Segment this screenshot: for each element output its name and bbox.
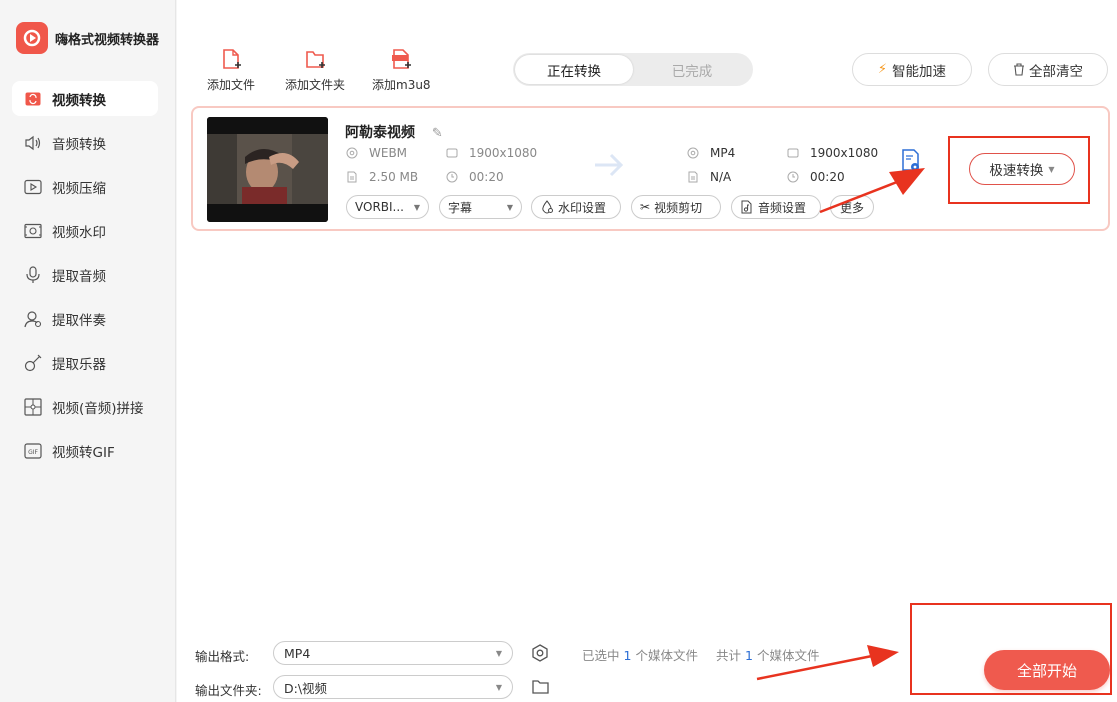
sidebar-item-label: 视频水印 [52,224,106,241]
start-all-button[interactable]: 全部开始 [984,650,1110,690]
sidebar-nav: 视频转换 音频转换 视频压缩 视频水印 提取音频 提取伴奏 提取乐器 视频(音频… [12,81,158,477]
sidebar-item-splice[interactable]: 视频(音频)拼接 [12,389,158,424]
selected-count-text: 已选中 1 个媒体文件 [582,648,698,663]
app-title: 嗨格式视频转换器 [55,32,160,48]
arrowhead-icon [867,645,899,667]
sidebar-item-extract-accompaniment[interactable]: 提取伴奏 [12,301,158,336]
sidebar-item-video-convert[interactable]: 视频转换 [12,81,158,116]
output-folder-label: 输出文件夹: [195,683,262,698]
svg-text:GIF: GIF [28,449,38,456]
output-folder-select[interactable]: D:\视频 ▼ [273,675,513,699]
annotation-arrow [819,180,898,214]
sidebar-item-label: 视频转换 [52,92,106,109]
app-logo-icon [16,22,48,54]
sidebar-item-audio-convert[interactable]: 音频转换 [12,125,158,160]
sidebar-item-video-to-gif[interactable]: GIF 视频转GIF [12,433,158,468]
arrowhead-icon [889,168,925,195]
video-compress-icon [24,178,42,196]
sidebar-item-extract-instrument[interactable]: 提取乐器 [12,345,158,380]
annotation-arrows [756,168,925,681]
sidebar-item-video-watermark[interactable]: 视频水印 [12,213,158,248]
folder-open-icon[interactable] [532,679,549,698]
guitar-icon [24,354,42,372]
accompaniment-icon [24,310,42,328]
gif-icon: GIF [24,442,42,460]
sidebar-item-label: 提取音频 [52,268,106,285]
sidebar-item-label: 提取乐器 [52,356,106,373]
splice-icon [24,397,42,416]
chevron-down-icon: ▼ [495,682,502,692]
sidebar-item-video-compress[interactable]: 视频压缩 [12,169,158,204]
sidebar-item-label: 音频转换 [52,136,106,153]
chevron-down-icon: ▼ [495,648,502,658]
format-settings-icon[interactable] [531,644,549,666]
video-convert-icon [24,90,42,108]
sidebar-item-label: 提取伴奏 [52,312,106,329]
sidebar: 嗨格式视频转换器 视频转换 音频转换 视频压缩 视频水印 提取音频 提取伴奏 提… [0,0,176,702]
sidebar-item-label: 视频转GIF [52,444,115,461]
watermark-icon [24,222,42,240]
speaker-icon [24,134,42,152]
sidebar-item-label: 视频压缩 [52,180,106,197]
output-format-select[interactable]: MP4 ▼ [273,641,513,665]
microphone-icon [24,265,42,284]
sidebar-item-label: 视频(音频)拼接 [52,400,144,417]
total-count-text: 共计 1 个媒体文件 [716,648,820,663]
main-panel: 添加文件 添加文件夹 添加m3u8 正在转换 已完成 ⚡ 智能加速 全部清空 阿… [177,0,1117,702]
output-format-label: 输出格式: [195,649,250,664]
app-brand: 嗨格式视频转换器 [16,22,159,54]
sidebar-item-extract-audio[interactable]: 提取音频 [12,257,158,292]
